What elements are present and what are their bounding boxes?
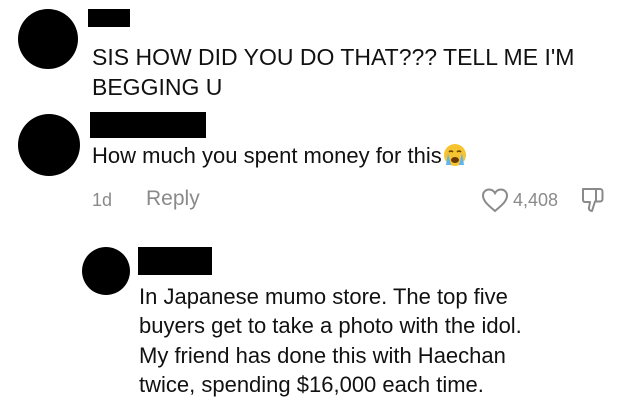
reply-text-line: twice, spending $16,000 each time. <box>139 372 484 397</box>
reply-text-line: buyers get to take a photo with the idol… <box>139 313 522 338</box>
redacted-username <box>138 247 212 275</box>
dislike-icon[interactable] <box>580 186 606 214</box>
avatar[interactable] <box>18 9 78 69</box>
comment-text-body: How much you spent money for this <box>92 143 442 168</box>
comment-text-line: SIS HOW DID YOU DO THAT??? TELL ME I'M <box>92 44 575 70</box>
heart-icon[interactable] <box>481 187 509 213</box>
loudly-crying-face-emoji <box>443 143 467 167</box>
like-count: 4,408 <box>513 190 559 210</box>
reply-text-line: My friend has done this with Haechan <box>139 343 506 368</box>
redacted-username <box>90 112 206 138</box>
comment-text: How much you spent money for this <box>92 141 467 171</box>
avatar[interactable] <box>82 247 130 295</box>
redacted-username <box>88 9 130 27</box>
comment-age: 1d <box>92 190 113 210</box>
reply-text-line: In Japanese mumo store. The top five <box>139 284 508 309</box>
reply-button[interactable]: Reply <box>146 187 200 211</box>
comment-text-line: BEGGING U <box>92 74 223 100</box>
avatar[interactable] <box>18 114 80 176</box>
